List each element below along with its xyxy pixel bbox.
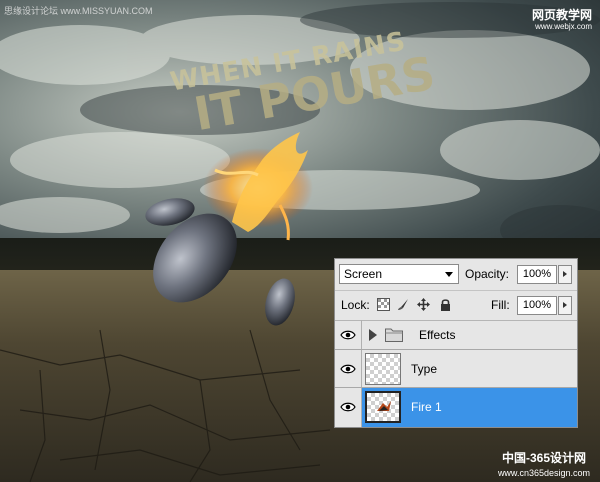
eye-icon: [340, 402, 356, 412]
layers-panel: Screen Opacity: 100% Lock: Fill: 100% Ef…: [334, 258, 578, 428]
layer-row-effects[interactable]: Effects: [335, 320, 577, 350]
layer-name: Effects: [419, 328, 456, 342]
blend-mode-value: Screen: [344, 267, 383, 281]
fill-input[interactable]: 100%: [517, 296, 557, 315]
padlock-icon[interactable]: [439, 298, 452, 311]
brush-icon[interactable]: [397, 298, 410, 311]
watermark-top-left: 思缘设计论坛 www.MISSYUAN.COM: [4, 6, 153, 16]
lock-transparent-pixels-icon[interactable]: [377, 298, 390, 311]
folder-icon: [385, 328, 403, 342]
move-icon[interactable]: [417, 298, 430, 311]
canvas: WHEN IT RAINS IT POURS 思缘设计论坛 www.MISSYU…: [0, 0, 600, 482]
layer-row-type[interactable]: Type: [335, 350, 577, 388]
eye-icon: [340, 364, 356, 374]
watermark-bottom-right-title: 中国-365设计网: [501, 451, 586, 465]
watermark-bottom-right-url: www.cn365design.com: [497, 468, 590, 478]
lock-label: Lock:: [341, 298, 370, 312]
fire-thumbnail-icon: [377, 401, 391, 411]
visibility-toggle[interactable]: [335, 320, 362, 349]
watermark-top-right-url: www.webjx.com: [535, 22, 592, 31]
layer-thumbnail: [365, 353, 401, 385]
layer-row-fire-1[interactable]: Fire 1: [335, 388, 577, 427]
layer-thumbnail: [365, 391, 401, 423]
visibility-toggle[interactable]: [335, 350, 362, 387]
fill-label: Fill:: [491, 298, 510, 312]
opacity-slider-button[interactable]: [558, 265, 572, 284]
layer-name: Type: [411, 362, 438, 376]
watermark-top-right-title: 网页教学网: [531, 8, 592, 22]
fill-slider-button[interactable]: [558, 296, 572, 315]
triangle-right-icon[interactable]: [369, 329, 377, 341]
chevron-down-icon: [445, 272, 453, 277]
opacity-label: Opacity:: [465, 267, 510, 281]
visibility-toggle[interactable]: [335, 388, 362, 427]
eye-icon: [340, 330, 356, 340]
layer-name: Fire 1: [411, 400, 442, 414]
blend-mode-dropdown[interactable]: Screen: [339, 264, 459, 284]
opacity-input[interactable]: 100%: [517, 265, 557, 284]
lock-fill-row: Lock: Fill: 100%: [335, 290, 577, 321]
blend-opacity-row: Screen Opacity: 100%: [335, 259, 577, 291]
